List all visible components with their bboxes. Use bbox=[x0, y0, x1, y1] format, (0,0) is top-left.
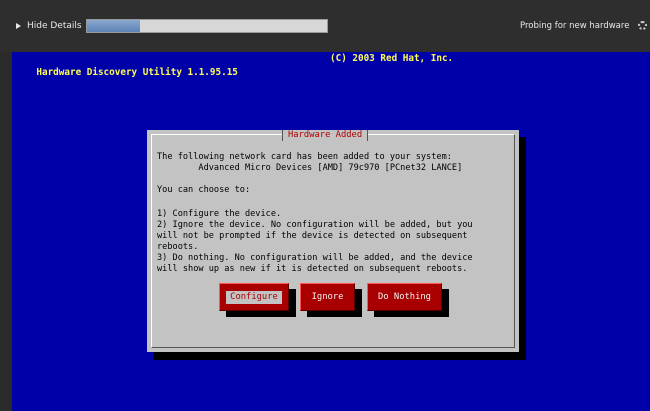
status-text: Probing for new hardware bbox=[520, 21, 630, 31]
ignore-button[interactable]: Ignore bbox=[300, 283, 355, 311]
triangle-right-icon bbox=[16, 23, 21, 29]
spinner-icon bbox=[638, 21, 647, 30]
hide-details-label: Hide Details bbox=[27, 21, 82, 31]
text-mode-screen: Hardware Discovery Utility 1.1.95.15 (C)… bbox=[12, 52, 650, 411]
dialog-line-6: will not be prompted if the device is de… bbox=[157, 231, 468, 241]
dialog-title: Hardware Added bbox=[282, 130, 369, 141]
do-nothing-button[interactable]: Do Nothing bbox=[367, 283, 442, 311]
dialog-line-3: You can choose to: bbox=[157, 185, 251, 195]
dialog-line-2: Advanced Micro Devices [AMD] 79c970 [PCn… bbox=[157, 163, 463, 173]
dialog-line-5: 2) Ignore the device. No configuration w… bbox=[157, 220, 473, 230]
do-nothing-button-label: Do Nothing bbox=[378, 292, 431, 302]
ignore-button-label: Ignore bbox=[311, 292, 344, 302]
progress-fill bbox=[87, 20, 140, 32]
header-line: Hardware Discovery Utility 1.1.95.15 (C)… bbox=[14, 52, 650, 78]
app-title: Hardware Discovery Utility 1.1.95.15 bbox=[36, 67, 238, 78]
dialog-line-9: will show up as new if it is detected on… bbox=[157, 264, 468, 274]
dialog-line-4: 1) Configure the device. bbox=[157, 209, 282, 219]
boot-progress-bar: Hide Details Probing for new hardware bbox=[0, 0, 650, 52]
copyright-text: (C) 2003 Red Hat, Inc. bbox=[330, 53, 454, 64]
configure-button-label: Configure bbox=[226, 291, 282, 304]
configure-button[interactable]: Configure bbox=[219, 283, 289, 311]
dialog-line-7: reboots. bbox=[157, 242, 199, 252]
hide-details-toggle[interactable]: Hide Details bbox=[16, 19, 82, 33]
hardware-added-dialog: Hardware Added The following network car… bbox=[147, 130, 519, 352]
dialog-line-8: 3) Do nothing. No configuration will be … bbox=[157, 253, 473, 263]
progress-bar bbox=[86, 19, 328, 33]
dialog-line-1: The following network card has been adde… bbox=[157, 152, 452, 162]
